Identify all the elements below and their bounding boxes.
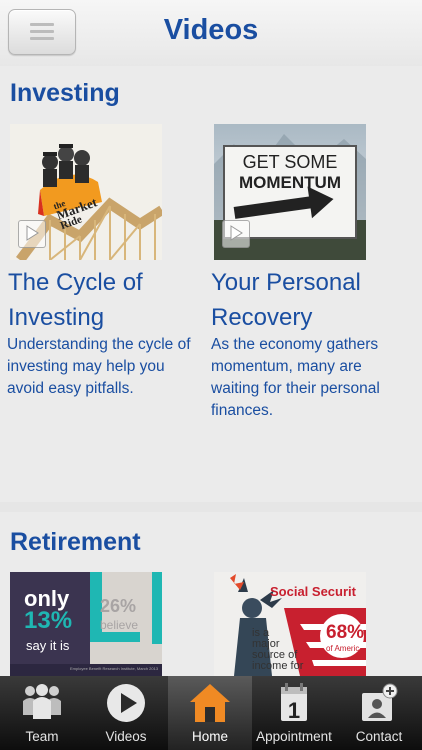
thumb-text-26: 26% — [100, 596, 137, 616]
thumb-text-say-it-is: say it is — [26, 638, 70, 653]
thumb-text-of: of — [326, 644, 333, 653]
thumb-text-get-some: GET SOME — [242, 152, 338, 172]
tab-label-home: Home — [191, 729, 228, 744]
video-thumbnail-cycle-of-investing[interactable]: the Market Ride — [10, 124, 162, 260]
tab-label-contact: Contact — [355, 729, 403, 744]
video-title-cycle-of-investing[interactable]: The Cycle of Investing — [8, 265, 208, 335]
header: Videos — [0, 0, 422, 66]
thumb-text-believe: believe — [100, 618, 139, 632]
video-thumbnail-retirement-2[interactable]: Social Securit is a major source of inco… — [214, 572, 366, 676]
thumb-text-americ: Americ — [334, 644, 360, 653]
play-icon — [107, 684, 145, 722]
section-title-retirement: Retirement — [10, 528, 141, 556]
video-description: Understanding the cycle of investing may… — [7, 336, 191, 397]
calendar-icon: 1 — [281, 683, 307, 723]
page-title: Videos — [163, 14, 259, 46]
thumb-text-13: 13% — [24, 607, 73, 634]
video-title-personal-recovery[interactable]: Your Personal Recovery — [211, 265, 401, 335]
play-icon — [222, 220, 250, 248]
thumb-text-68: 68% — [326, 622, 365, 643]
play-icon — [18, 220, 46, 248]
video-thumbnail-personal-recovery[interactable]: GET SOME MOMENTUM — [214, 124, 366, 260]
tab-videos[interactable]: Videos — [84, 676, 168, 750]
thumb-text-income-for: income for — [252, 660, 304, 672]
thumb-text-social-security: Social Securit — [270, 584, 356, 599]
tab-label-team: Team — [25, 729, 59, 744]
tab-label-appointment: Appointment — [256, 729, 332, 744]
thumb-text-momentum: MOMENTUM — [239, 173, 341, 192]
tab-label-videos: Videos — [105, 729, 147, 744]
team-icon — [23, 684, 61, 719]
tab-contact[interactable]: Contact — [336, 676, 422, 750]
tab-team[interactable]: Team — [0, 676, 84, 750]
tab-bar: Team Videos Home 1 Appointment Contact — [0, 676, 422, 750]
svg-text:1: 1 — [288, 698, 300, 723]
home-icon — [190, 684, 230, 722]
contact-icon — [362, 683, 398, 721]
tab-appointment[interactable]: 1 Appointment — [252, 676, 336, 750]
section-title-investing: Investing — [10, 79, 120, 107]
video-thumbnail-retirement-1[interactable]: only 13% say it is 26% believe Employee … — [10, 572, 162, 676]
video-description: As the economy gathers momentum, many ar… — [211, 336, 380, 419]
thumb-source: Employee Benefit Research Institute, Mar… — [70, 666, 159, 671]
tab-home[interactable]: Home — [168, 676, 252, 750]
